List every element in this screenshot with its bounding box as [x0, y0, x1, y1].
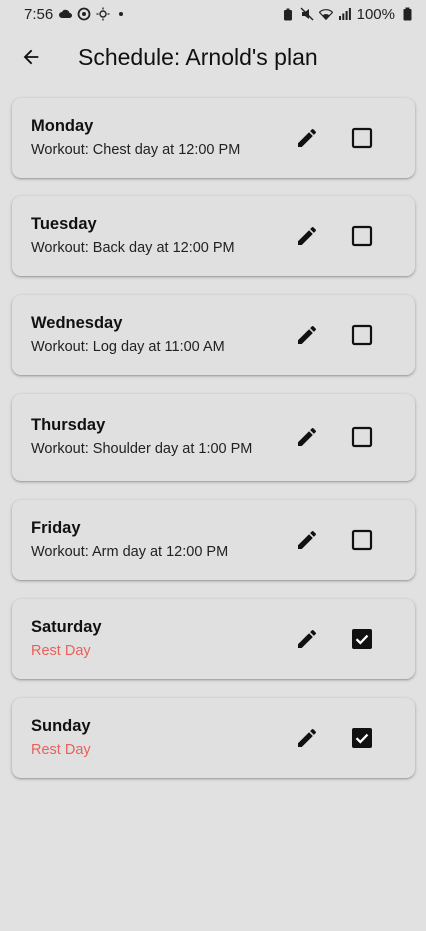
checkbox-unchecked-icon — [351, 324, 373, 346]
day-label: Tuesday — [31, 214, 97, 233]
card-text: Thursday Workout: Shoulder day at 1:00 P… — [31, 394, 271, 481]
battery-icon — [400, 7, 414, 21]
workout-detail: Workout: Log day at 11:00 AM — [31, 338, 225, 355]
day-label: Thursday — [31, 416, 106, 434]
pencil-icon — [298, 128, 317, 147]
day-label: Monday — [31, 116, 94, 135]
card-text: Sunday Rest Day — [31, 698, 271, 778]
day-label: Wednesday — [31, 313, 123, 332]
card-text: Wednesday Workout: Log day at 11:00 AM — [31, 295, 271, 375]
done-checkbox[interactable] — [348, 526, 376, 554]
schedule-card-sunday[interactable]: Sunday Rest Day — [12, 698, 415, 778]
rest-day-label: Rest Day — [31, 642, 91, 659]
battery-saver-icon — [281, 7, 295, 21]
notification-dot-icon — [119, 12, 124, 16]
status-left: 7:56 — [24, 5, 124, 23]
edit-button[interactable] — [293, 124, 321, 152]
brightness-icon — [96, 7, 110, 21]
checkbox-unchecked-icon — [351, 225, 373, 247]
done-checkbox[interactable] — [348, 724, 376, 752]
checkbox-unchecked-icon — [351, 127, 373, 149]
card-text: Monday Workout: Chest day at 12:00 PM — [31, 98, 271, 178]
pencil-icon — [298, 226, 317, 245]
done-checkbox[interactable] — [348, 124, 376, 152]
card-text: Friday Workout: Arm day at 12:00 PM — [31, 500, 271, 580]
day-label: Friday — [31, 518, 81, 537]
day-label: Sunday — [31, 716, 91, 735]
rest-day-label: Rest Day — [31, 741, 91, 758]
pencil-icon — [298, 325, 317, 344]
workout-detail: Workout: Shoulder day at 1:00 PM — [31, 441, 253, 457]
mute-icon — [300, 7, 314, 21]
edit-button[interactable] — [293, 423, 321, 451]
sync-icon — [77, 7, 91, 21]
schedule-card-thursday[interactable]: Thursday Workout: Shoulder day at 1:00 P… — [12, 394, 415, 481]
battery-percent: 100% — [356, 5, 395, 23]
edit-button[interactable] — [293, 222, 321, 250]
edit-button[interactable] — [293, 724, 321, 752]
edit-button[interactable] — [293, 526, 321, 554]
done-checkbox[interactable] — [348, 321, 376, 349]
app-bar: Schedule: Arnold's plan — [0, 34, 426, 80]
status-time: 7:56 — [24, 5, 54, 23]
pencil-icon — [298, 530, 317, 549]
pencil-icon — [298, 629, 317, 648]
workout-detail: Workout: Arm day at 12:00 PM — [31, 543, 229, 560]
checkbox-checked-icon — [352, 728, 372, 748]
schedule-card-tuesday[interactable]: Tuesday Workout: Back day at 12:00 PM — [12, 196, 415, 276]
schedule-card-wednesday[interactable]: Wednesday Workout: Log day at 11:00 AM — [12, 295, 415, 375]
wifi-icon — [318, 7, 333, 21]
day-label: Saturday — [31, 617, 102, 636]
schedule-card-friday[interactable]: Friday Workout: Arm day at 12:00 PM — [12, 500, 415, 580]
done-checkbox[interactable] — [348, 423, 376, 451]
checkbox-unchecked-icon — [351, 529, 373, 551]
signal-icon — [338, 7, 352, 21]
arrow-left-icon — [23, 49, 39, 65]
back-button[interactable] — [13, 39, 49, 75]
card-text: Tuesday Workout: Back day at 12:00 PM — [31, 196, 271, 276]
pencil-icon — [298, 427, 317, 446]
status-bar: 7:56 100% — [0, 0, 426, 28]
done-checkbox[interactable] — [348, 222, 376, 250]
page-title: Schedule: Arnold's plan — [78, 43, 318, 70]
checkbox-unchecked-icon — [351, 426, 373, 448]
workout-detail: Workout: Back day at 12:00 PM — [31, 239, 235, 256]
edit-button[interactable] — [293, 321, 321, 349]
status-right: 100% — [281, 6, 414, 23]
card-text: Saturday Rest Day — [31, 599, 271, 679]
done-checkbox[interactable] — [348, 625, 376, 653]
edit-button[interactable] — [293, 625, 321, 653]
weather-icon — [58, 7, 73, 21]
workout-detail: Workout: Chest day at 12:00 PM — [31, 141, 241, 158]
checkbox-checked-icon — [352, 629, 372, 649]
schedule-card-saturday[interactable]: Saturday Rest Day — [12, 599, 415, 679]
pencil-icon — [298, 728, 317, 747]
schedule-card-monday[interactable]: Monday Workout: Chest day at 12:00 PM — [12, 98, 415, 178]
